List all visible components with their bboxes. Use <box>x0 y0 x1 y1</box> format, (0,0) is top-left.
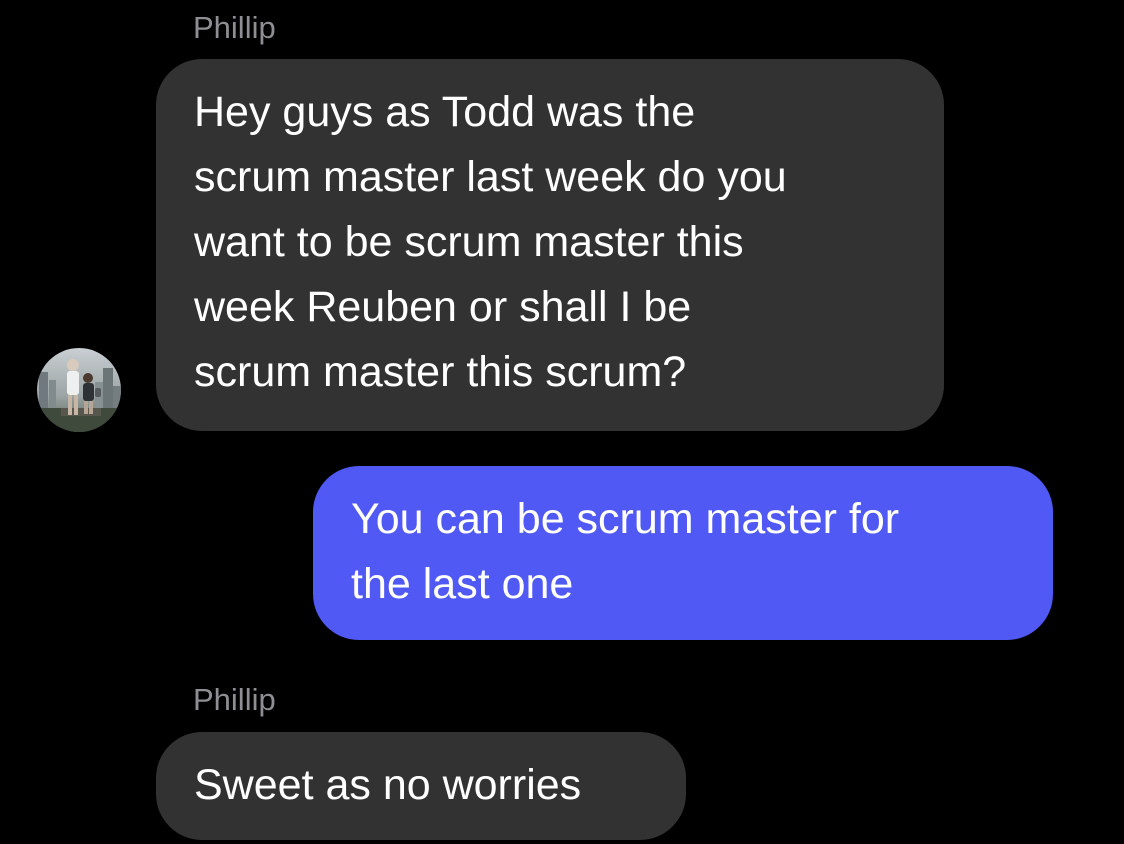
sender-name: Phillip <box>193 682 276 717</box>
sender-name: Phillip <box>193 10 276 45</box>
contact-photo-icon <box>37 348 121 432</box>
outgoing-message-bubble[interactable]: You can be scrum master for the last one <box>313 466 1053 640</box>
incoming-message-bubble[interactable]: Sweet as no worries <box>156 732 686 840</box>
contact-avatar[interactable] <box>37 348 121 432</box>
incoming-message-bubble[interactable]: Hey guys as Todd was the scrum master la… <box>156 59 944 431</box>
